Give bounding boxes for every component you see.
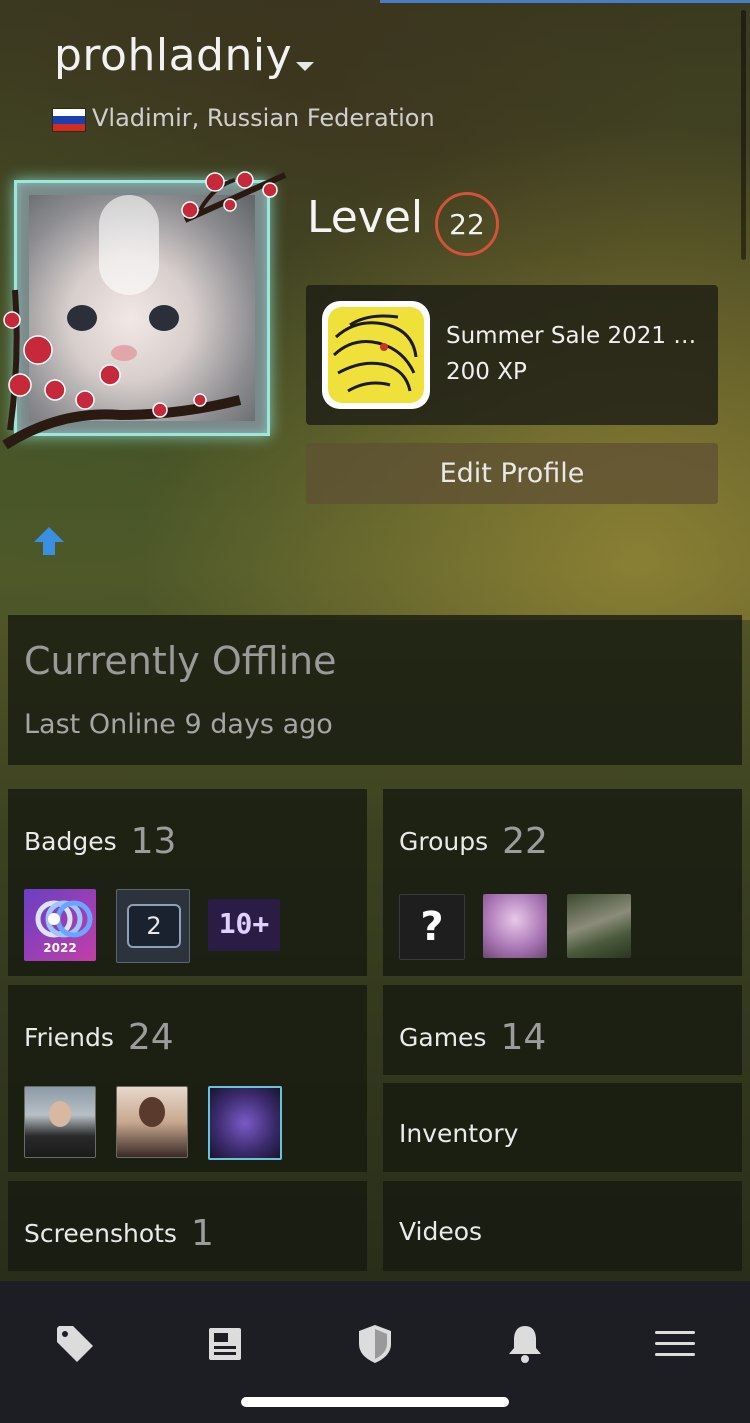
games-section[interactable]: Games 14 [383, 985, 742, 1075]
last-online: Last Online 9 days ago [24, 709, 333, 740]
status-title: Currently Offline [24, 639, 337, 683]
group-thumb-unknown[interactable]: ? [399, 894, 465, 960]
badge-thumb-years[interactable]: 2 [116, 889, 190, 963]
arrow-up-icon[interactable] [32, 525, 66, 557]
news-tab[interactable] [200, 1319, 250, 1369]
status-panel: Currently Offline Last Online 9 days ago [8, 615, 742, 765]
guard-tab[interactable] [350, 1319, 400, 1369]
badge-thumb-10plus[interactable]: 10+ [208, 899, 280, 951]
shield-icon [359, 1325, 391, 1363]
news-icon [209, 1328, 241, 1360]
level-value: 22 [449, 207, 485, 241]
menu-icon [655, 1331, 695, 1356]
badges-label: Badges [24, 827, 117, 856]
badges-count: 13 [130, 821, 177, 862]
featured-badge-icon [322, 301, 430, 409]
friends-count: 24 [127, 1017, 174, 1058]
screenshots-label: Screenshots [24, 1219, 177, 1248]
featured-badge-title: Summer Sale 2021 - ... [446, 323, 701, 349]
tag-icon [57, 1326, 93, 1362]
loading-bar [380, 0, 750, 3]
games-count: 14 [500, 1017, 547, 1058]
notifications-tab[interactable] [500, 1319, 550, 1369]
profile-location: Vladimir, Russian Federation [92, 104, 435, 132]
russia-flag-icon [52, 108, 86, 132]
friends-label: Friends [24, 1023, 114, 1052]
inventory-section[interactable]: Inventory [383, 1083, 742, 1172]
chevron-down-icon[interactable] [296, 62, 314, 71]
bell-icon [509, 1326, 541, 1363]
menu-tab[interactable] [650, 1319, 700, 1369]
inventory-label: Inventory [399, 1119, 519, 1148]
group-thumb-landscape[interactable] [567, 894, 631, 958]
edit-profile-button[interactable]: Edit Profile [306, 443, 718, 504]
scrollbar[interactable] [741, 10, 746, 260]
profile-username[interactable]: prohladniy [54, 30, 292, 81]
groups-label: Groups [399, 827, 489, 856]
group-thumb-blossom[interactable] [483, 894, 547, 958]
avatar[interactable] [0, 160, 295, 450]
level-label: Level [307, 192, 424, 243]
screenshots-section[interactable]: Screenshots 1 [8, 1181, 367, 1271]
home-indicator[interactable] [241, 1397, 509, 1407]
friend-avatar-1[interactable] [24, 1086, 96, 1158]
featured-badge-card[interactable]: Summer Sale 2021 - ... 200 XP [306, 285, 718, 425]
blossom-branch-icon [2, 171, 287, 450]
badge-thumb-steam-2022[interactable]: 2022 [24, 889, 96, 961]
friend-avatar-2[interactable] [116, 1086, 188, 1158]
store-tab[interactable] [50, 1319, 100, 1369]
badges-section[interactable]: Badges 13 2022 2 10+ [8, 789, 367, 976]
videos-label: Videos [399, 1217, 483, 1246]
badge-thumb-label: 2022 [43, 941, 77, 955]
badge-thumb-number: 2 [127, 904, 181, 948]
groups-count: 22 [502, 821, 548, 862]
games-label: Games [399, 1023, 487, 1052]
featured-badge-xp: 200 XP [446, 359, 527, 385]
friend-avatar-3[interactable] [208, 1086, 282, 1160]
screenshots-count: 1 [190, 1213, 214, 1254]
videos-section[interactable]: Videos [383, 1181, 742, 1271]
friends-section[interactable]: Friends 24 [8, 985, 367, 1172]
groups-section[interactable]: Groups 22 ? [383, 789, 742, 976]
level-badge[interactable]: 22 [435, 192, 499, 256]
badge-thumb-10plus-label: 10+ [218, 907, 270, 940]
